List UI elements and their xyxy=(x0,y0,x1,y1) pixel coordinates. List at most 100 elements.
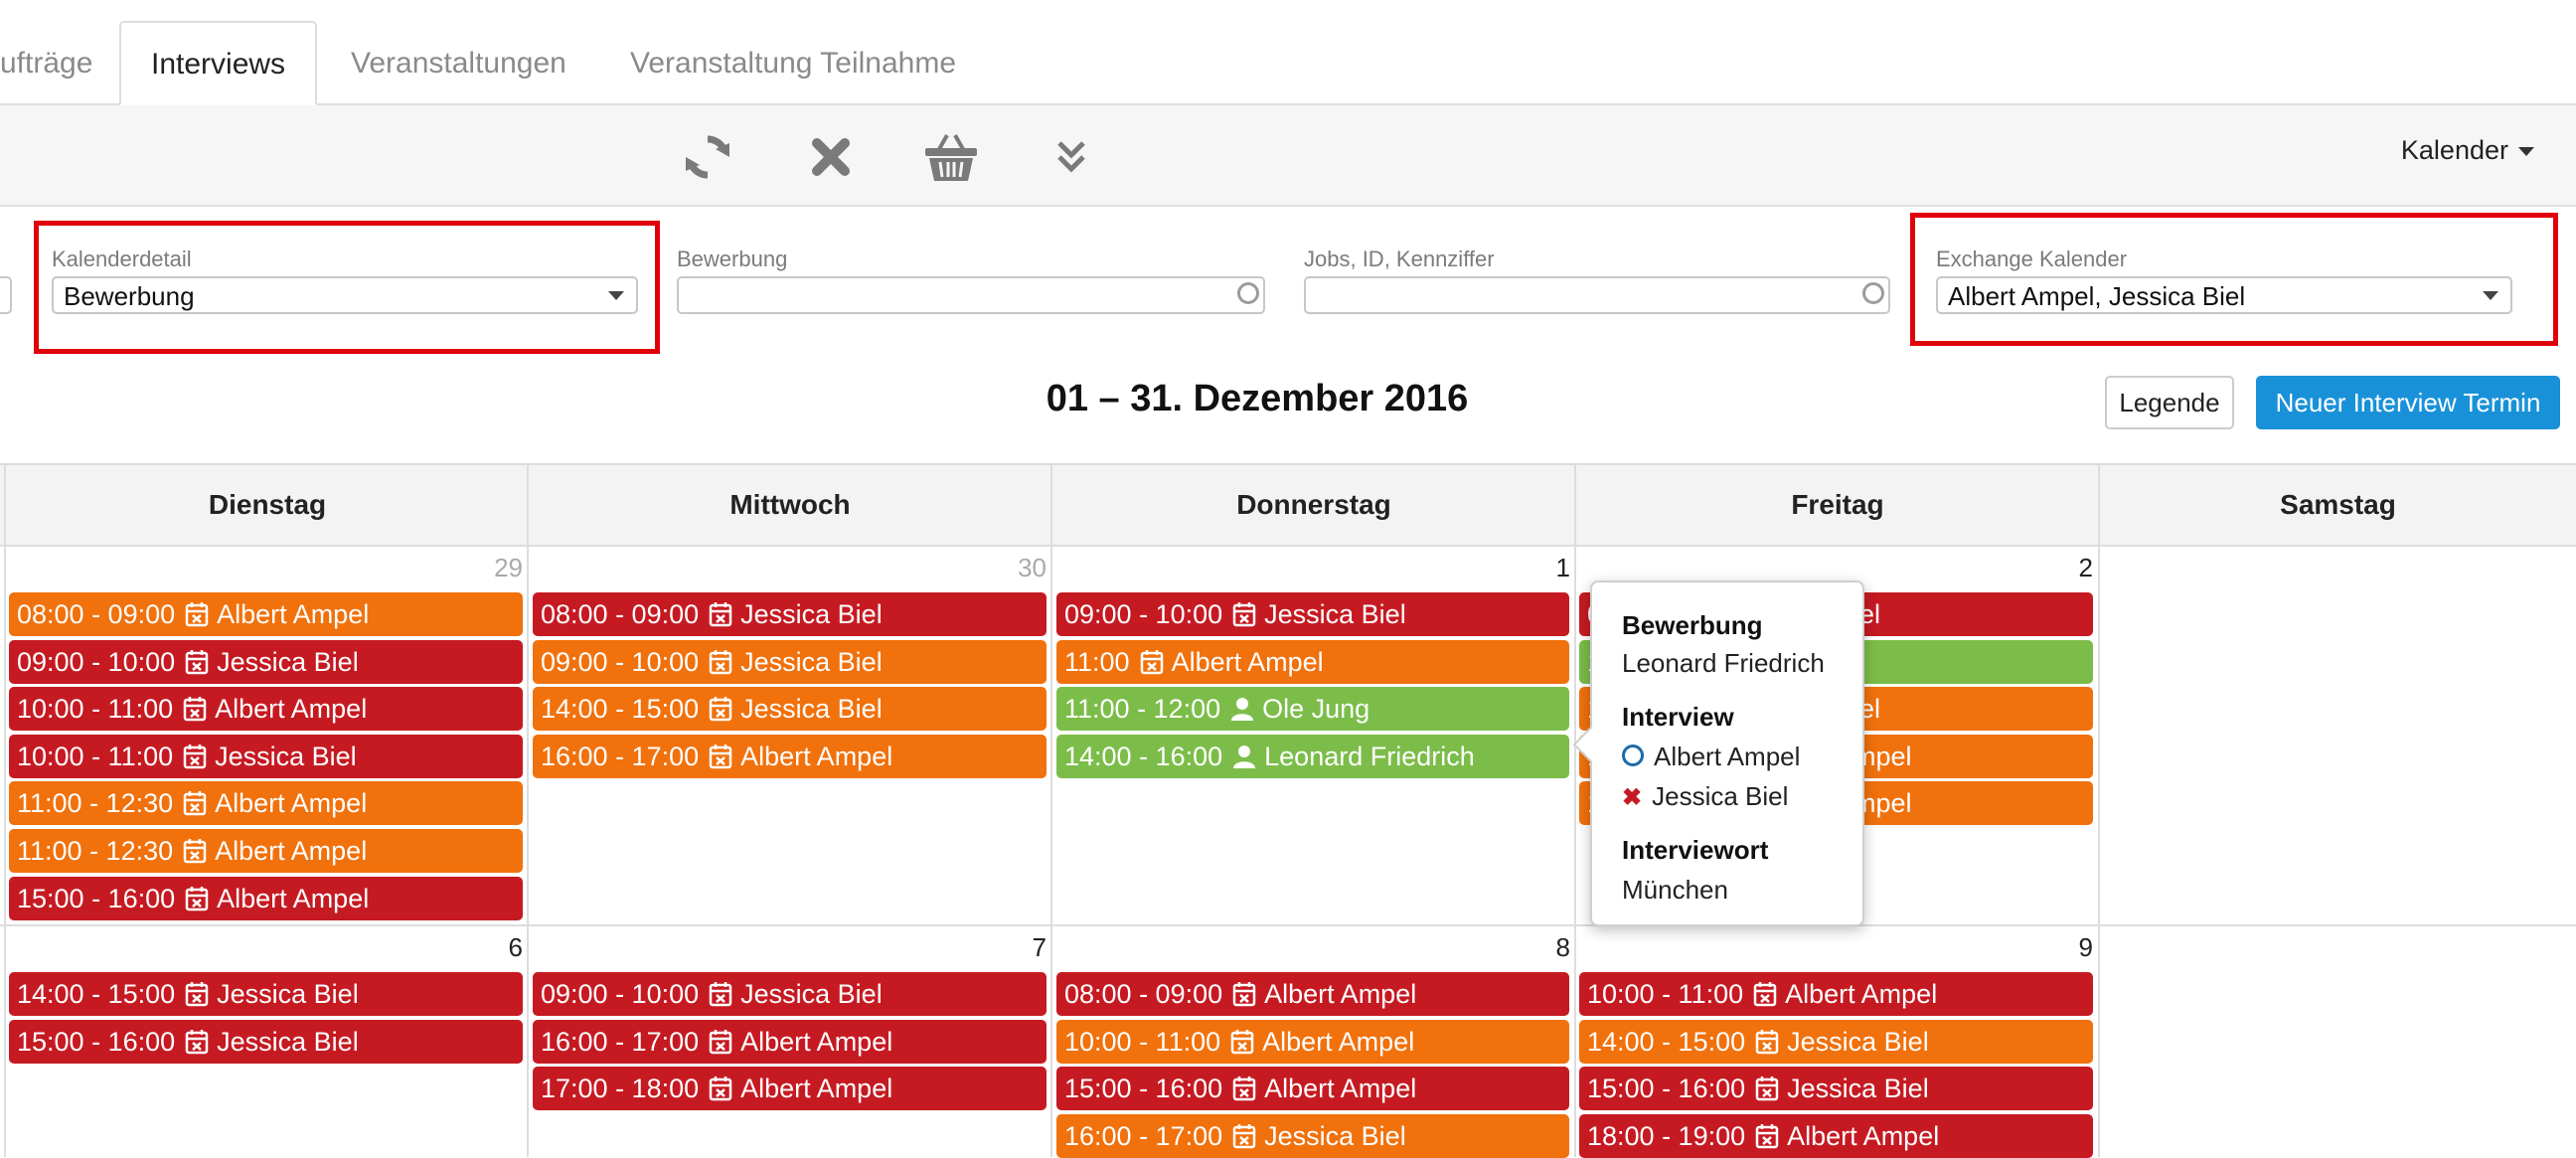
event-name: Jessica Biel xyxy=(740,647,883,677)
event-time: 15:00 - 16:00 xyxy=(17,1027,176,1057)
calendar-event[interactable]: 10:00 - 11:00 Albert Ampel xyxy=(9,687,523,731)
bewerbung-label: Bewerbung xyxy=(677,247,788,271)
calendar-x-icon xyxy=(1140,649,1164,675)
calendar-event[interactable]: 09:00 - 10:00 Jessica Biel xyxy=(1056,592,1569,636)
highlight-frame-kalenderdetail xyxy=(34,221,660,354)
jobs-input[interactable] xyxy=(1304,276,1890,314)
event-name: Jessica Biel xyxy=(740,599,883,629)
calendar-event[interactable]: 17:00 - 18:00 Albert Ampel xyxy=(533,1067,1046,1110)
calendar-x-icon xyxy=(1230,1029,1254,1055)
highlight-frame-exchange xyxy=(1910,213,2558,346)
search-circle-icon[interactable] xyxy=(1237,282,1259,304)
event-name: Jessica Biel xyxy=(217,1027,359,1057)
popover-interviewer-1: Albert Ampel xyxy=(1622,742,1800,772)
day-number[interactable]: 30 xyxy=(987,553,1046,583)
jobs-label: Jobs, ID, Kennziffer xyxy=(1304,247,1495,271)
calendar-event[interactable]: 18:00 - 19:00 Albert Ampel xyxy=(1579,1114,2093,1158)
day-number[interactable]: 1 xyxy=(1511,553,1570,583)
event-popover: Bewerbung Leonard Friedrich Interview Al… xyxy=(1572,580,1864,926)
tab-auftraege[interactable]: ufträge xyxy=(0,22,92,103)
x-mark-icon: ✖ xyxy=(1622,784,1643,811)
calendar-event[interactable]: 15:00 - 16:00 Jessica Biel xyxy=(1579,1067,2093,1110)
calendar-event[interactable]: 11:00 - 12:00 Ole Jung xyxy=(1056,687,1569,731)
event-time: 09:00 - 10:00 xyxy=(17,647,176,677)
dow-samstag: Samstag xyxy=(2098,465,2576,545)
event-name: Albert Ampel xyxy=(215,836,368,866)
popover-interview-heading: Interview xyxy=(1622,702,1734,732)
calendar-event[interactable]: 14:00 - 15:00 Jessica Biel xyxy=(1579,1020,2093,1064)
event-time: 11:00 - 12:30 xyxy=(17,788,174,818)
event-name: Albert Ampel xyxy=(740,1027,893,1057)
event-time: 15:00 - 16:00 xyxy=(1587,1074,1746,1103)
calendar-event[interactable]: 08:00 - 09:00 Albert Ampel xyxy=(9,592,523,636)
event-name: Jessica Biel xyxy=(740,694,883,724)
event-time: 09:00 - 10:00 xyxy=(1064,599,1223,629)
tab-veranstaltung-teilnahme[interactable]: Veranstaltung Teilnahme xyxy=(630,22,956,103)
calendar-event[interactable]: 11:00 Albert Ampel xyxy=(1056,640,1569,684)
tab-interviews[interactable]: Interviews xyxy=(119,21,318,105)
popover-interviewer-2: ✖ Jessica Biel xyxy=(1622,781,1788,812)
day-number[interactable]: 6 xyxy=(463,932,523,963)
bewerbung-input[interactable] xyxy=(677,276,1265,314)
calendar-event[interactable]: 14:00 - 15:00 Jessica Biel xyxy=(533,687,1046,731)
calendar-event[interactable]: 14:00 - 16:00 Leonard Friedrich xyxy=(1056,735,1569,778)
calendar-event[interactable]: 15:00 - 16:00 Albert Ampel xyxy=(9,877,523,920)
event-name: Jessica Biel xyxy=(1787,1074,1929,1103)
calendar-event[interactable]: 14:00 - 15:00 Jessica Biel xyxy=(9,972,523,1016)
calendar-event[interactable]: 16:00 - 17:00 Albert Ampel xyxy=(533,1020,1046,1064)
calendar-event[interactable]: 15:00 - 16:00 Jessica Biel xyxy=(9,1020,523,1064)
calendar-x-icon xyxy=(183,838,207,864)
calendar-x-icon xyxy=(709,1029,732,1055)
legend-button[interactable]: Legende xyxy=(2105,376,2234,429)
day-number[interactable]: 7 xyxy=(987,932,1046,963)
calendar-x-icon xyxy=(1232,1075,1256,1101)
event-name: Jessica Biel xyxy=(740,979,883,1009)
calendar-event[interactable]: 11:00 - 12:30 Albert Ampel xyxy=(9,829,523,873)
calendar-x-icon xyxy=(709,981,732,1007)
calendar-event[interactable]: 09:00 - 10:00 Jessica Biel xyxy=(533,972,1046,1016)
calendar-event[interactable]: 09:00 - 10:00 Jessica Biel xyxy=(9,640,523,684)
popover-bewerbung-value: Leonard Friedrich xyxy=(1622,648,1825,678)
day-number[interactable]: 9 xyxy=(2033,932,2093,963)
calendar-event[interactable]: 09:00 - 10:00 Jessica Biel xyxy=(533,640,1046,684)
event-time: 08:00 - 09:00 xyxy=(541,599,700,629)
user-icon xyxy=(1230,696,1254,722)
calendar-event[interactable]: 08:00 - 09:00 Albert Ampel xyxy=(1056,972,1569,1016)
calendar-x-icon xyxy=(185,601,209,627)
left-input-edge[interactable] xyxy=(0,276,12,314)
calendar-event[interactable]: 16:00 - 17:00 Albert Ampel xyxy=(533,735,1046,778)
calendar-event[interactable]: 10:00 - 11:00 Jessica Biel xyxy=(9,735,523,778)
event-time: 10:00 - 11:00 xyxy=(17,742,174,771)
refresh-icon[interactable] xyxy=(678,127,737,187)
calendar-event[interactable]: 08:00 - 09:00 Jessica Biel xyxy=(533,592,1046,636)
dow-mittwoch: Mittwoch xyxy=(527,465,1051,545)
close-icon[interactable] xyxy=(801,127,861,187)
calendar-x-icon xyxy=(1755,1123,1779,1149)
week-divider xyxy=(0,924,2576,926)
calendar-event[interactable]: 15:00 - 16:00 Albert Ampel xyxy=(1056,1067,1569,1110)
day-number[interactable]: 8 xyxy=(1511,932,1570,963)
calendar-event[interactable]: 10:00 - 11:00 Albert Ampel xyxy=(1056,1020,1569,1064)
basket-icon[interactable] xyxy=(921,127,981,187)
event-time: 08:00 - 09:00 xyxy=(1064,979,1223,1009)
calendar-event[interactable]: 10:00 - 11:00 Albert Ampel xyxy=(1579,972,2093,1016)
new-interview-button[interactable]: Neuer Interview Termin xyxy=(2256,376,2560,429)
tab-veranstaltungen[interactable]: Veranstaltungen xyxy=(351,22,566,103)
calendar-x-icon xyxy=(185,1029,209,1055)
interviewer-name: Albert Ampel xyxy=(1654,742,1801,771)
day-number[interactable]: 29 xyxy=(463,553,523,583)
kalender-menu[interactable]: Kalender xyxy=(2401,135,2534,166)
event-name: Leonard Friedrich xyxy=(1264,742,1475,771)
event-name: Jessica Biel xyxy=(217,647,359,677)
calendar-x-icon xyxy=(1232,1123,1256,1149)
calendar-x-icon xyxy=(185,981,209,1007)
calendar-x-icon xyxy=(709,696,732,722)
calendar-event[interactable]: 11:00 - 12:30 Albert Ampel xyxy=(9,781,523,825)
event-name: Albert Ampel xyxy=(1264,1074,1417,1103)
calendar-event[interactable]: 16:00 - 17:00 Jessica Biel xyxy=(1056,1114,1569,1158)
event-name: Albert Ampel xyxy=(1785,979,1938,1009)
search-circle-icon[interactable] xyxy=(1862,282,1884,304)
double-chevron-down-icon[interactable] xyxy=(1042,127,1101,187)
calendar-grid: Dienstag Mittwoch Donnerstag Freitag Sam… xyxy=(0,463,2576,1158)
day-number[interactable]: 2 xyxy=(2033,553,2093,583)
